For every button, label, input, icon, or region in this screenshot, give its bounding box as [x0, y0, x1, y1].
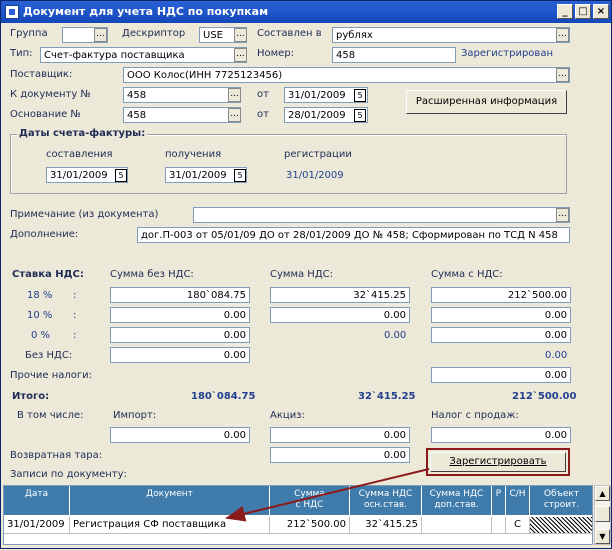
annotation-arrow [225, 468, 430, 522]
app-window: Документ для учета НДС по покупкам _ □ ×… [0, 0, 612, 549]
